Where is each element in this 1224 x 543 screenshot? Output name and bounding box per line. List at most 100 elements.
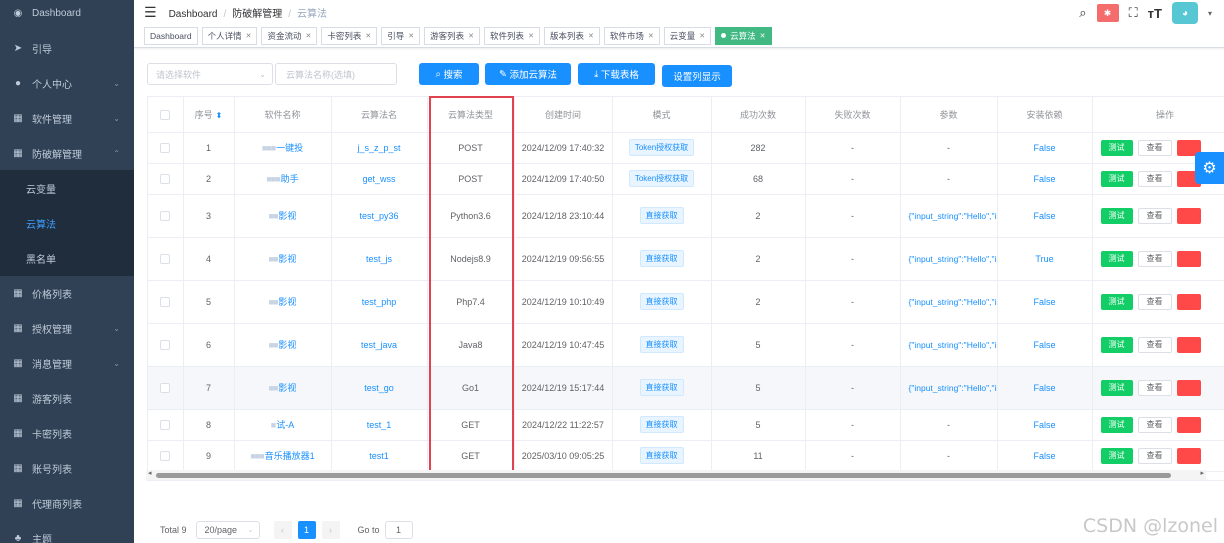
test-button[interactable]: 测试 (1100, 336, 1133, 353)
tag-item[interactable]: 引导 ✕ (381, 26, 421, 45)
tag-item[interactable]: 软件列表 ✕ (484, 26, 540, 45)
prev-page-button[interactable]: ‹ (273, 521, 292, 539)
sidebar-item[interactable]: ▦ 防破解管理 ⌃ (0, 135, 134, 171)
cell-software[interactable]: ■■影视 (234, 237, 332, 281)
page-size-select[interactable]: 20/page ⌄ (195, 521, 260, 539)
software-name-link[interactable]: 影视 (278, 254, 296, 264)
test-button[interactable]: 测试 (1100, 416, 1133, 433)
algorithm-name-link[interactable]: j_s_z_p_st (357, 143, 400, 153)
algorithm-name-link[interactable]: test_php (362, 297, 397, 307)
test-button[interactable]: 测试 (1100, 207, 1133, 224)
test-button[interactable]: 测试 (1100, 293, 1133, 310)
column-header[interactable]: 序号 ⬍ (183, 97, 235, 133)
algorithm-name-link[interactable]: test1 (369, 451, 389, 461)
algorithm-name-link[interactable]: test_js (366, 254, 392, 264)
search-icon[interactable]: ⌕ (1079, 5, 1086, 21)
select-all-checkbox[interactable] (160, 109, 171, 120)
submenu-item[interactable]: 云变量 (0, 170, 134, 206)
test-button[interactable]: 测试 (1100, 170, 1133, 187)
software-name-link[interactable]: 试-A (276, 420, 294, 430)
row-checkbox[interactable] (160, 210, 171, 221)
software-name-link[interactable]: 助手 (281, 174, 299, 184)
next-page-button[interactable]: › (321, 521, 340, 539)
close-icon[interactable]: ✕ (306, 32, 312, 40)
software-name-link[interactable]: 影视 (278, 297, 296, 307)
view-button[interactable]: 查看 (1137, 139, 1172, 156)
sidebar-item[interactable]: ▦ 游客列表 (0, 380, 134, 416)
sidebar-item[interactable]: ▦ 价格列表 (0, 275, 134, 311)
row-checkbox[interactable] (160, 419, 171, 430)
tag-item[interactable]: 云变量 ✕ (663, 26, 712, 45)
row-checkbox[interactable] (160, 142, 171, 153)
tag-item[interactable]: 卡密列表 ✕ (321, 26, 378, 45)
horizontal-scrollbar[interactable]: ◂ ▸ (146, 470, 1206, 480)
sidebar-item[interactable]: ▦ 代理商列表 (0, 485, 134, 521)
page-number[interactable]: 1 (297, 521, 316, 539)
font-size-icon[interactable]: тT (1148, 6, 1162, 21)
tag-item[interactable]: 软件市场 ✕ (603, 26, 660, 45)
close-icon[interactable]: ✕ (246, 32, 252, 40)
close-icon[interactable]: ✕ (365, 32, 371, 40)
close-icon[interactable]: ✕ (648, 32, 654, 40)
view-button[interactable]: 查看 (1137, 250, 1172, 267)
tag-item[interactable]: 云算法 ✕ (715, 26, 772, 45)
submenu-item[interactable]: 黑名单 (0, 240, 134, 276)
software-name-link[interactable]: 音乐播放器1 (265, 451, 315, 461)
scroll-right-icon[interactable]: ▸ (1200, 469, 1204, 477)
cell-software[interactable]: ■■影视 (234, 323, 332, 367)
row-checkbox[interactable] (160, 296, 171, 307)
search-button[interactable]: ⌕ 搜索 (419, 63, 479, 85)
view-button[interactable]: 查看 (1137, 170, 1172, 187)
test-button[interactable]: 测试 (1100, 447, 1133, 464)
add-algorithm-button[interactable]: ✎ 添加云算法 (485, 63, 571, 85)
test-button[interactable]: 测试 (1100, 250, 1133, 267)
view-button[interactable]: 查看 (1137, 207, 1172, 224)
cell-software[interactable]: ■■影视 (234, 280, 332, 324)
algorithm-name-input[interactable]: 云算法名称(选填) (275, 63, 397, 85)
row-checkbox[interactable] (160, 339, 171, 350)
test-button[interactable]: 测试 (1100, 379, 1133, 396)
delete-button[interactable] (1176, 336, 1201, 353)
sidebar-item[interactable]: ▦ 账号列表 (0, 450, 134, 486)
tag-item[interactable]: 个人详情 ✕ (201, 26, 258, 45)
column-settings-button[interactable]: 设置列显示 (662, 65, 732, 87)
algorithm-name-link[interactable]: test_1 (367, 420, 392, 430)
view-button[interactable]: 查看 (1137, 336, 1172, 353)
algorithm-name-link[interactable]: test_py36 (359, 211, 398, 221)
delete-button[interactable] (1176, 250, 1201, 267)
cell-software[interactable]: ■■影视 (234, 194, 332, 238)
software-name-link[interactable]: 一键投 (276, 143, 303, 153)
breadcrumb-item[interactable]: Dashboard (169, 9, 218, 20)
view-button[interactable]: 查看 (1137, 447, 1172, 464)
sidebar-item[interactable]: ● 个人中心 ⌄ (0, 65, 134, 101)
sidebar-item[interactable]: ▦ 消息管理 ⌄ (0, 345, 134, 381)
delete-button[interactable] (1176, 293, 1201, 310)
software-name-link[interactable]: 影视 (278, 340, 296, 350)
software-name-link[interactable]: 影视 (278, 383, 296, 393)
row-checkbox[interactable] (160, 253, 171, 264)
scroll-left-icon[interactable]: ◂ (148, 469, 152, 477)
row-checkbox[interactable] (160, 382, 171, 393)
cell-software[interactable]: ■■■音乐播放器1 (234, 440, 332, 472)
close-icon[interactable]: ✕ (528, 32, 534, 40)
software-select[interactable]: 请选择软件 ⌄ (147, 63, 273, 85)
breadcrumb-item[interactable]: 防破解管理 (232, 9, 282, 20)
submenu-item[interactable]: 云算法 (0, 205, 134, 241)
view-button[interactable]: 查看 (1137, 379, 1172, 396)
sidebar-item[interactable]: ▦ 卡密列表 (0, 415, 134, 451)
settings-gear-icon[interactable]: ⚙ (1195, 152, 1224, 184)
row-checkbox[interactable] (160, 173, 171, 184)
tag-item[interactable]: 游客列表 ✕ (424, 26, 481, 45)
avatar[interactable]: ◕ (1171, 2, 1198, 24)
sidebar-item[interactable]: ♣ 主题 (0, 520, 134, 543)
sidebar-item[interactable]: ▦ 软件管理 ⌄ (0, 100, 134, 136)
test-button[interactable]: 测试 (1100, 139, 1133, 156)
row-checkbox[interactable] (160, 450, 171, 461)
delete-button[interactable] (1176, 447, 1201, 464)
algorithm-name-link[interactable]: test_java (361, 340, 397, 350)
cell-software[interactable]: ■■■一键投 (234, 132, 332, 164)
delete-button[interactable] (1176, 416, 1201, 433)
hamburger-menu-icon[interactable]: ☰ (144, 4, 157, 21)
sidebar-item[interactable]: ➤ 引导 (0, 30, 134, 66)
view-button[interactable]: 查看 (1137, 416, 1172, 433)
